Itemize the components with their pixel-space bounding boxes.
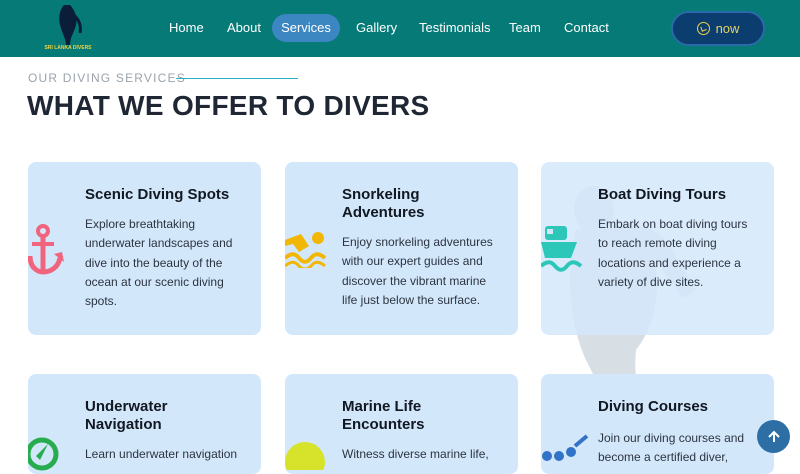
service-card-marine-life[interactable]: Marine Life Encounters Witness diverse m… <box>285 374 518 474</box>
nav-gallery[interactable]: Gallery <box>356 14 397 42</box>
compass-icon <box>28 437 59 471</box>
site-header: SRI LANKA DIVERS Home About Services Gal… <box>0 0 800 57</box>
service-card-navigation[interactable]: Underwater Navigation Learn underwater n… <box>28 374 261 474</box>
graduation-icon <box>542 434 589 461</box>
fish-icon <box>285 442 325 470</box>
service-card-text: Join our diving courses and become a cer… <box>598 431 745 465</box>
service-card-boat-tours[interactable]: Boat Diving Tours Embark on boat diving … <box>541 162 774 335</box>
whatsapp-icon <box>696 22 710 35</box>
scroll-to-top-button[interactable] <box>757 420 790 453</box>
service-card-text: Embark on boat diving tours to reach rem… <box>598 217 748 289</box>
service-card-text: Witness diverse marine life, <box>342 447 489 461</box>
site-logo[interactable]: SRI LANKA DIVERS <box>44 3 92 55</box>
service-card-scenic-diving[interactable]: Scenic Diving Spots Explore breathtaking… <box>28 162 261 335</box>
service-card-text: Explore breathtaking underwater landscap… <box>85 217 233 309</box>
service-card-title: Marine Life Encounters <box>342 398 425 433</box>
nav-contact[interactable]: Contact <box>564 14 609 42</box>
service-card-title: Diving Courses <box>598 398 709 415</box>
service-card-text: Enjoy snorkeling adventures with our exp… <box>342 235 493 307</box>
section-title: WHAT WE OFFER TO DIVERS <box>27 90 430 121</box>
service-card-title: Scenic Diving Spots <box>85 186 230 203</box>
service-card-title: Snorkeling Adventures <box>342 186 425 221</box>
service-card-title: Boat Diving Tours <box>598 186 727 203</box>
anchor-icon <box>28 224 64 275</box>
nav-testimonials[interactable]: Testimonials <box>419 14 491 42</box>
service-card-snorkeling[interactable]: Snorkeling Adventures Enjoy snorkeling a… <box>285 162 518 335</box>
ship-icon <box>541 226 583 272</box>
arrow-up-icon <box>767 430 780 442</box>
service-card-diving-courses[interactable]: Diving Courses Join our diving courses a… <box>541 374 774 474</box>
diver-logo-icon <box>59 5 82 45</box>
nav-team[interactable]: Team <box>509 14 541 42</box>
section-eyebrow: OUR DIVING SERVICES <box>28 71 186 85</box>
eyebrow-divider <box>176 78 298 79</box>
whatsapp-button-label: now <box>715 21 740 36</box>
nav-home[interactable]: Home <box>169 14 204 42</box>
swimmer-icon <box>285 232 327 268</box>
nav-services[interactable]: Services <box>272 14 340 42</box>
nav-about[interactable]: About <box>227 14 261 42</box>
service-card-title: Underwater Navigation <box>85 398 168 433</box>
whatsapp-button[interactable]: now <box>671 11 765 46</box>
logo-label: SRI LANKA DIVERS <box>44 45 92 51</box>
service-card-text: Learn underwater navigation <box>85 447 238 461</box>
